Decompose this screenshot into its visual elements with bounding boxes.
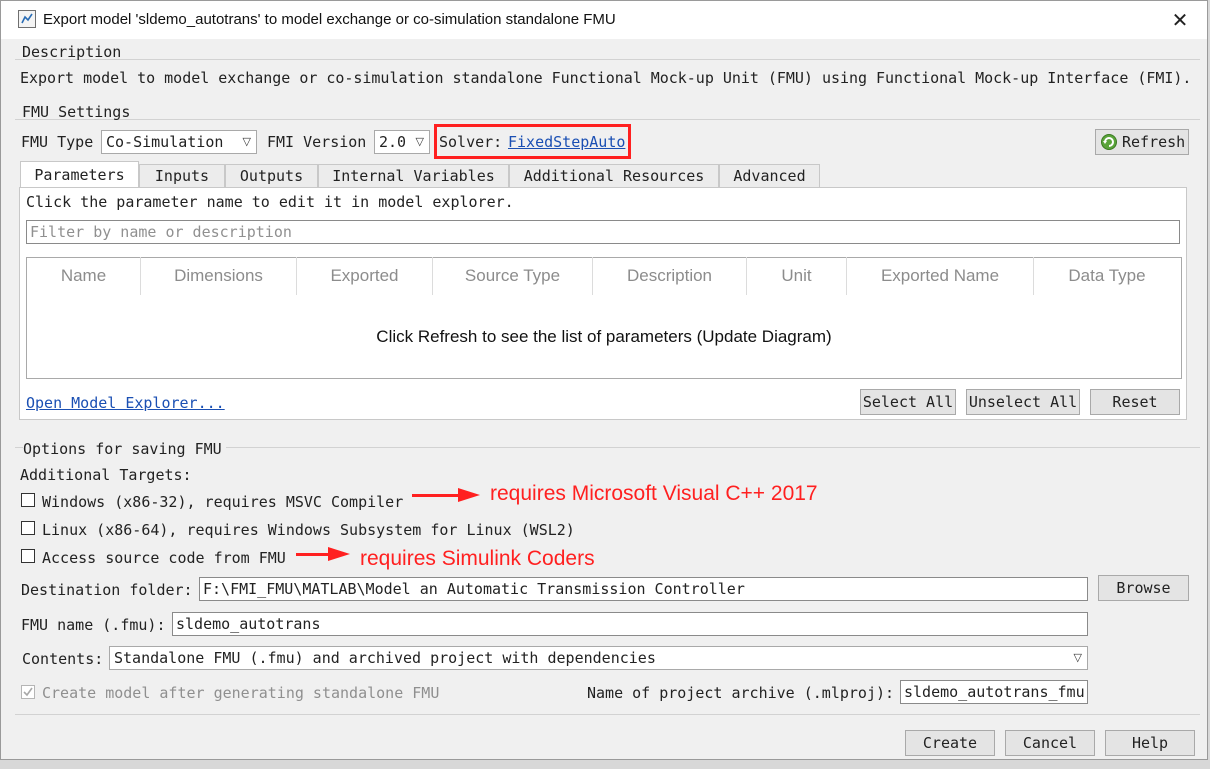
linux-target-label: Linux (x86-64), requires Windows Subsyst…	[42, 521, 575, 539]
filter-placeholder: Filter by name or description	[30, 223, 292, 241]
open-model-explorer-link[interactable]: Open Model Explorer...	[26, 394, 225, 412]
tab-additional-resources[interactable]: Additional Resources	[509, 164, 719, 187]
contents-select[interactable]: Standalone FMU (.fmu) and archived proje…	[109, 646, 1088, 670]
windows-target-label: Windows (x86-32), requires MSVC Compiler	[42, 493, 404, 511]
tab-inputs[interactable]: Inputs	[139, 164, 225, 187]
linux-target-checkbox[interactable]	[21, 521, 35, 535]
create-model-label: Create model after generating standalone…	[42, 684, 440, 702]
parameters-hint: Click the parameter name to edit it in m…	[26, 193, 514, 211]
refresh-button[interactable]: Refresh	[1095, 129, 1189, 155]
tab-advanced[interactable]: Advanced	[719, 164, 820, 187]
column-header-dimensions[interactable]: Dimensions	[141, 257, 297, 295]
contents-value: Standalone FMU (.fmu) and archived proje…	[114, 649, 656, 667]
refresh-icon	[1101, 134, 1117, 150]
footer-divider	[15, 714, 1200, 715]
description-divider	[15, 59, 1200, 60]
windows-target-checkbox[interactable]	[21, 493, 35, 507]
additional-targets-label: Additional Targets:	[20, 466, 192, 484]
options-heading: Options for saving FMU	[23, 440, 226, 458]
project-archive-label: Name of project archive (.mlproj):	[587, 684, 895, 702]
chevron-down-icon: ▽	[1073, 651, 1082, 664]
solver-label: Solver:	[439, 133, 503, 151]
fmu-type-select[interactable]: Co-Simulation ▽	[101, 130, 257, 154]
cancel-button[interactable]: Cancel	[1005, 730, 1095, 756]
column-header-data-type[interactable]: Data Type	[1034, 257, 1180, 295]
table-empty-message: Click Refresh to see the list of paramet…	[376, 327, 832, 346]
annotation-arrow-line	[412, 494, 460, 497]
chevron-down-icon: ▽	[415, 135, 424, 148]
fmu-settings-heading: FMU Settings	[22, 103, 131, 121]
fmu-name-label: FMU name (.fmu):	[21, 616, 166, 634]
fmu-type-label: FMU Type	[21, 133, 94, 151]
description-text: Export model to model exchange or co-sim…	[20, 69, 1192, 87]
annotation-coders: requires Simulink Coders	[360, 547, 595, 570]
browse-button[interactable]: Browse	[1098, 575, 1189, 601]
tab-outputs[interactable]: Outputs	[225, 164, 318, 187]
select-all-button[interactable]: Select All	[860, 389, 956, 415]
filter-input[interactable]: Filter by name or description	[26, 220, 1180, 244]
unselect-all-button[interactable]: Unselect All	[966, 389, 1080, 415]
contents-label: Contents:	[22, 650, 104, 668]
chevron-down-icon: ▽	[242, 135, 251, 148]
close-icon[interactable]: ✕	[1165, 6, 1195, 34]
fmi-version-select[interactable]: 2.0 ▽	[374, 130, 430, 154]
fmu-settings-divider	[15, 119, 1200, 120]
tab-internal-variables[interactable]: Internal Variables	[318, 164, 509, 187]
create-model-checkbox[interactable]	[21, 685, 35, 699]
annotation-arrow-head	[328, 547, 350, 561]
column-header-description[interactable]: Description	[593, 257, 747, 295]
fmu-type-value: Co-Simulation	[106, 133, 224, 151]
annotation-arrow-head	[458, 488, 480, 502]
column-header-exported[interactable]: Exported	[297, 257, 433, 295]
project-archive-input[interactable]: sldemo_autotrans_fmu	[900, 680, 1088, 704]
column-header-source-type[interactable]: Source Type	[433, 257, 593, 295]
destination-folder-label: Destination folder:	[21, 581, 193, 599]
solver-link[interactable]: FixedStepAuto	[508, 133, 625, 151]
description-heading: Description	[22, 43, 122, 61]
fmi-version-value: 2.0	[379, 133, 407, 151]
column-header-exported-name[interactable]: Exported Name	[847, 257, 1034, 295]
reset-button[interactable]: Reset	[1090, 389, 1180, 415]
source-code-checkbox[interactable]	[21, 549, 35, 563]
fmi-version-label: FMI Version	[267, 133, 367, 151]
annotation-msvc: requires Microsoft Visual C++ 2017	[490, 482, 818, 505]
window-title: Export model 'sldemo_autotrans' to model…	[43, 11, 616, 28]
destination-folder-input[interactable]: F:\FMI_FMU\MATLAB\Model an Automatic Tra…	[199, 577, 1088, 601]
create-button[interactable]: Create	[905, 730, 995, 756]
column-header-name[interactable]: Name	[27, 257, 141, 295]
column-header-unit[interactable]: Unit	[747, 257, 847, 295]
source-code-label: Access source code from FMU	[42, 549, 286, 567]
simulink-app-icon	[18, 10, 36, 28]
tab-parameters[interactable]: Parameters	[20, 161, 139, 188]
fmu-name-input[interactable]: sldemo_autotrans	[172, 612, 1088, 636]
refresh-label: Refresh	[1122, 133, 1186, 151]
annotation-arrow-line	[296, 553, 330, 556]
help-button[interactable]: Help	[1105, 730, 1195, 756]
checkmark-icon	[23, 687, 33, 697]
